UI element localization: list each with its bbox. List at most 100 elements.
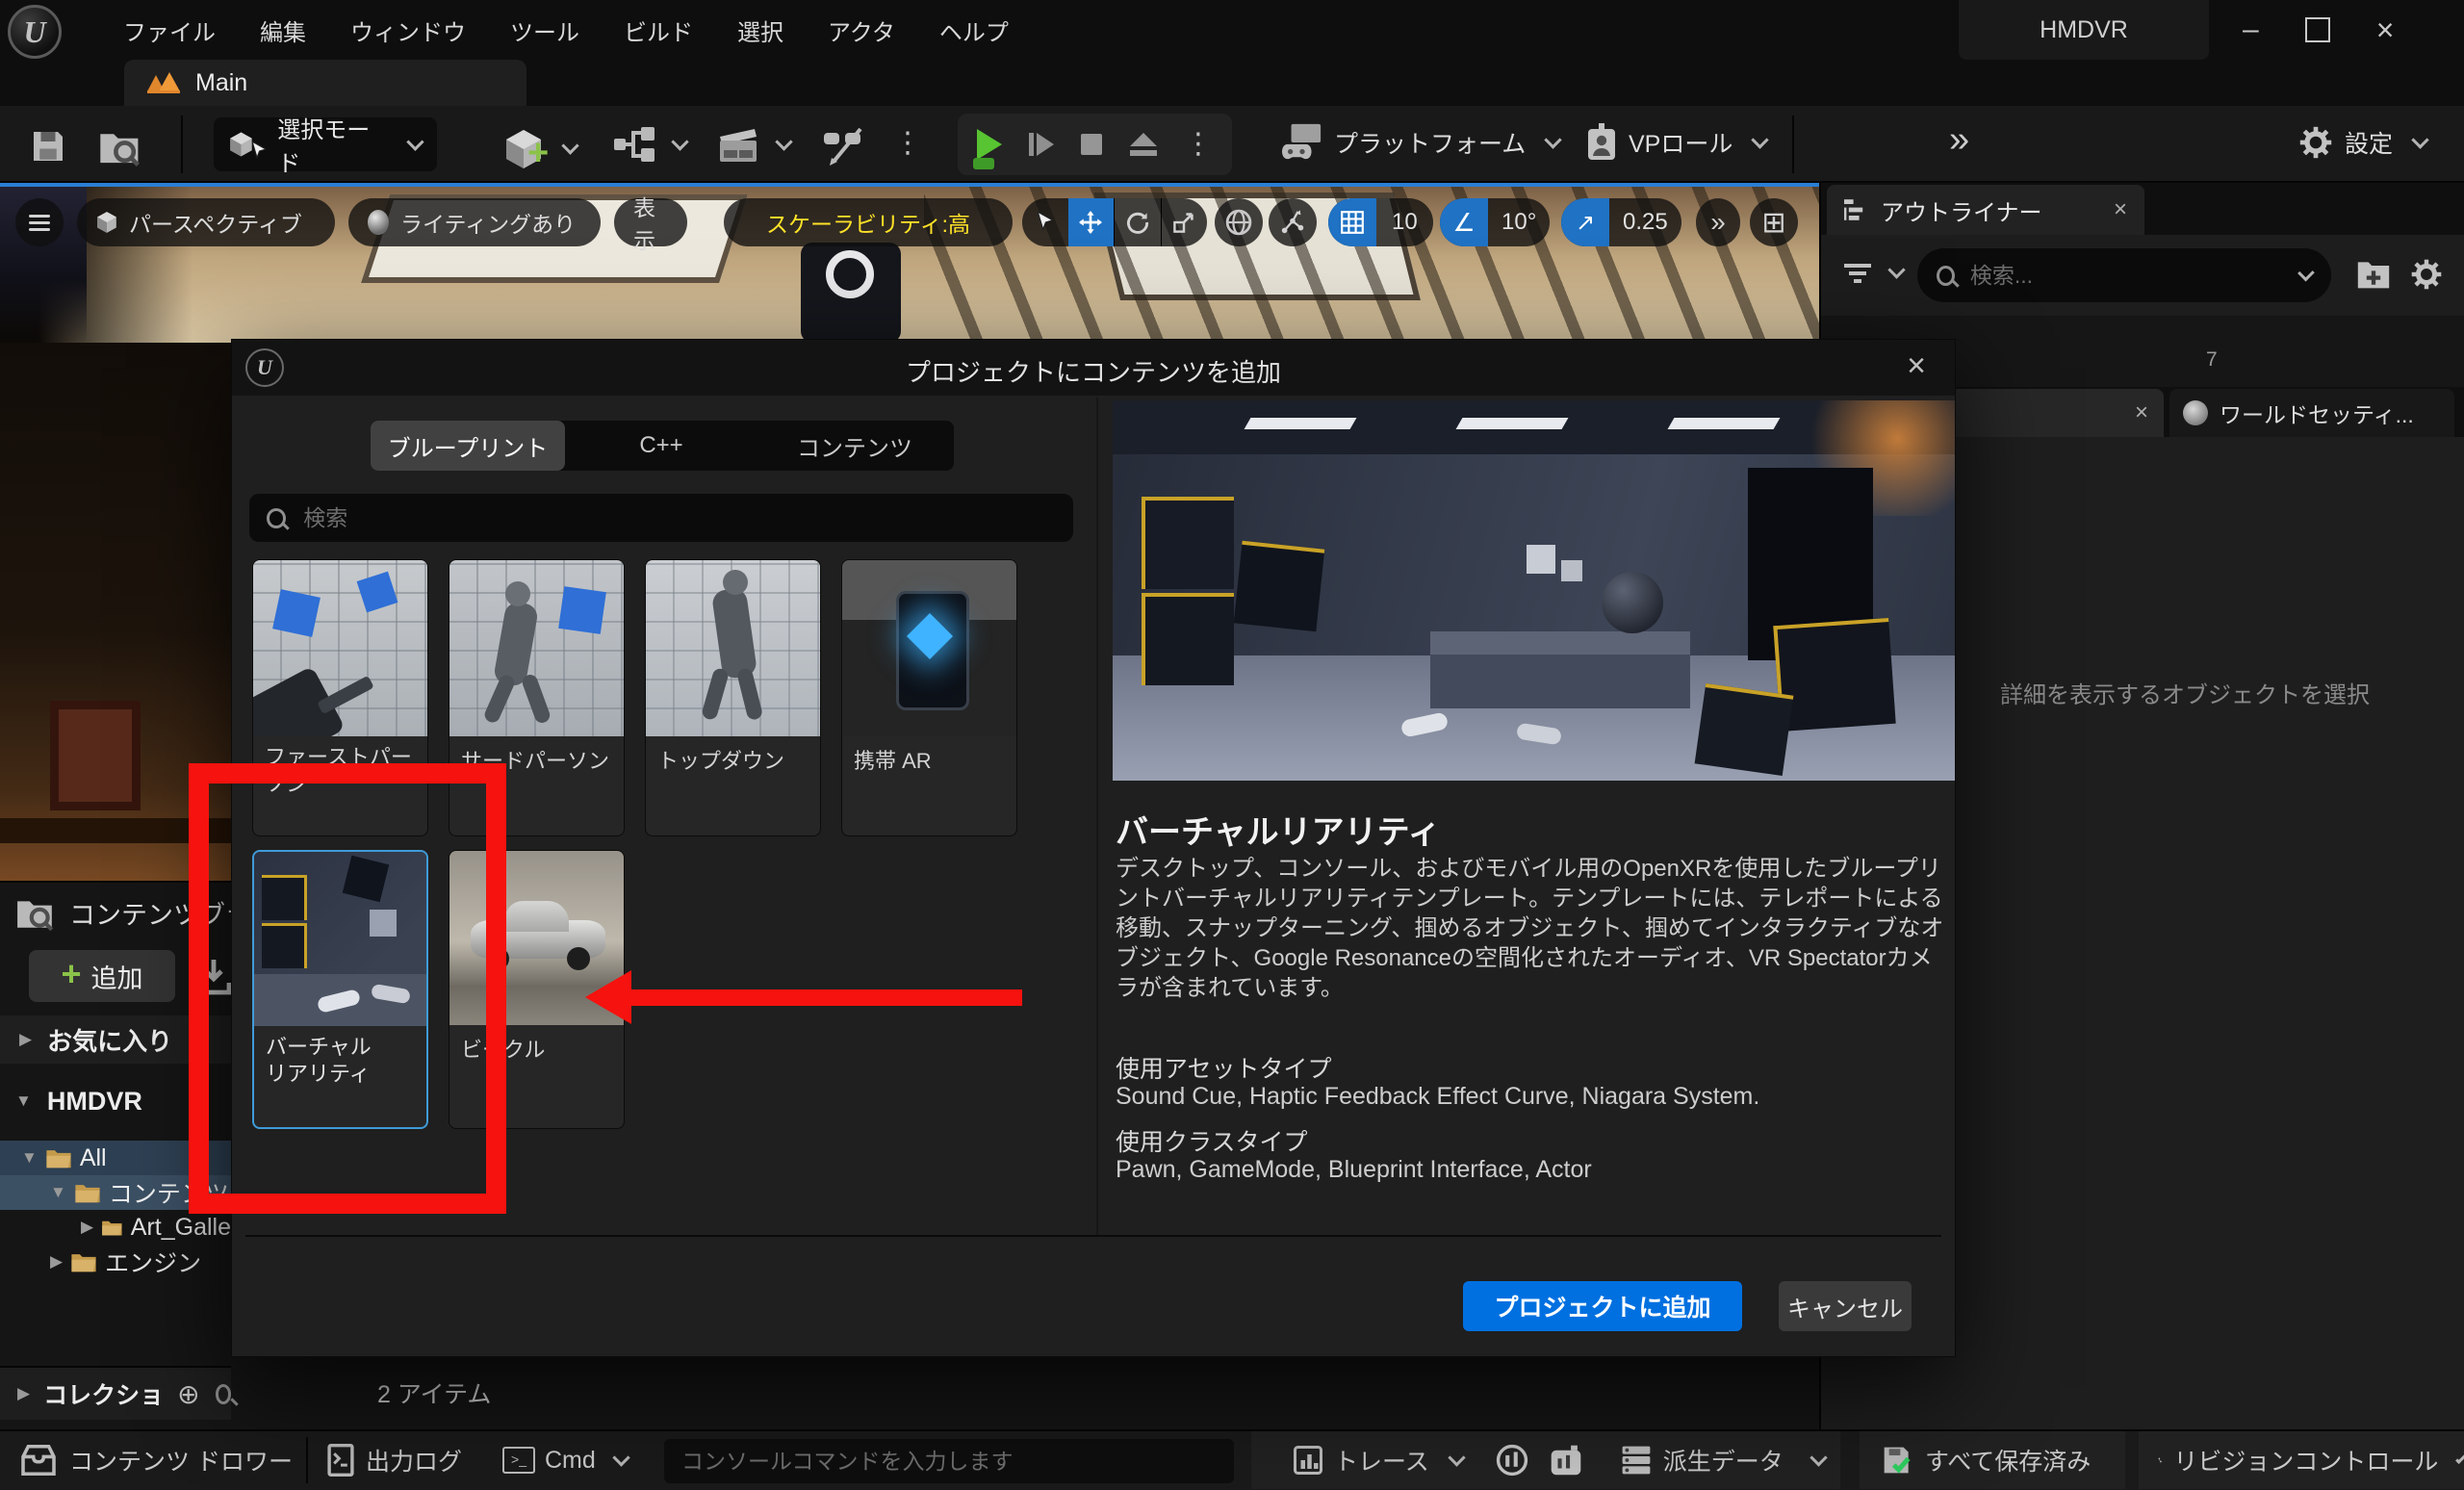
editor-modes-icon[interactable] — [820, 127, 866, 166]
save-icon[interactable] — [29, 127, 67, 166]
viewport-options-button[interactable] — [15, 198, 64, 246]
dialog-header[interactable]: U プロジェクトにコンテンツを追加 × — [232, 340, 1955, 396]
tab-cpp[interactable]: C++ — [565, 421, 757, 471]
save-status-section[interactable]: すべて保存済み — [1860, 1431, 2125, 1489]
create-folder-icon[interactable] — [2356, 258, 2391, 291]
dialog-close-button[interactable]: × — [1907, 347, 1926, 385]
toolbar-overflow-kebab[interactable]: ⋮ — [893, 129, 922, 158]
tab-close-icon[interactable]: × — [2135, 399, 2148, 426]
menu-help[interactable]: ヘルプ — [939, 13, 1009, 47]
frame-skip-button[interactable] — [1029, 133, 1054, 156]
content-drawer-button[interactable]: コンテンツ ドロワー — [21, 1431, 293, 1489]
add-to-project-label: プロジェクトに追加 — [1494, 1289, 1710, 1323]
add-to-project-button[interactable]: プロジェクトに追加 — [1463, 1281, 1742, 1331]
template-card-handheld-ar[interactable]: 携帯 AR — [841, 559, 1017, 836]
perspective-dropdown[interactable]: パースペクティブ — [77, 198, 335, 246]
project-label: HMDVR — [47, 1087, 142, 1117]
id-badge-icon — [1586, 123, 1617, 162]
preview-pane-divider — [1096, 398, 1098, 1235]
select-mode-dropdown[interactable]: 選択モード — [214, 117, 437, 171]
chevron-down-icon[interactable] — [2298, 264, 2315, 280]
collections-search-icon[interactable] — [216, 1384, 231, 1404]
close-button[interactable]: × — [2376, 13, 2395, 48]
outliner-search-box[interactable] — [1917, 248, 2331, 302]
platform-dropdown[interactable]: プラットフォーム — [1282, 123, 1559, 162]
tree-row-art-gallery[interactable]: ▶ Art_Galle — [0, 1210, 231, 1245]
menu-tools[interactable]: ツール — [510, 13, 579, 47]
grid-snap-value[interactable]: 10 — [1376, 209, 1433, 236]
tab-main[interactable]: Main — [124, 60, 526, 106]
play-in-vr-button[interactable] — [977, 129, 1002, 160]
browse-content-icon[interactable] — [98, 127, 142, 167]
revision-control-section[interactable]: リビジョンコントロール — [2139, 1431, 2464, 1489]
scale-tool-button[interactable] — [1161, 198, 1208, 246]
menu-bar: ファイル 編集 ウィンドウ ツール ビルド 選択 アクタ ヘルプ — [123, 0, 1009, 60]
tree-row-engine[interactable]: ▶ エンジン — [0, 1245, 231, 1279]
add-content-label: 追加 — [91, 958, 143, 995]
rotate-tool-button[interactable] — [1114, 198, 1161, 246]
add-collection-icon[interactable]: ⊕ — [177, 1378, 199, 1410]
trace-dropdown[interactable]: トレース — [1334, 1443, 1429, 1477]
outliner-settings-gear-icon[interactable] — [2410, 258, 2443, 291]
quad-view-button[interactable]: ⊞ — [1750, 198, 1798, 246]
unreal-logo[interactable]: U — [8, 5, 62, 59]
dialog-search-input[interactable] — [301, 504, 1056, 532]
toolbar-expand-button[interactable]: » — [1949, 119, 1969, 161]
collections-bar[interactable]: ▶ コレクショ ⊕ — [0, 1366, 231, 1420]
vp-role-dropdown[interactable]: VPロール — [1586, 123, 1766, 162]
add-content-button[interactable]: + 追加 — [29, 950, 175, 1002]
viewport-toolbar-expand[interactable]: » — [1696, 198, 1740, 246]
move-tool-button[interactable] — [1068, 198, 1115, 246]
angle-snap-toggle[interactable]: ∠ — [1440, 198, 1488, 246]
filter-icon[interactable] — [1844, 260, 1871, 287]
show-dropdown[interactable]: 表示 — [614, 198, 687, 246]
blueprints-button[interactable] — [614, 127, 686, 162]
angle-snap-value[interactable]: 10° — [1488, 209, 1550, 236]
scale-snap-value[interactable]: 0.25 — [1609, 209, 1681, 236]
menu-edit[interactable]: 編集 — [260, 13, 306, 47]
surface-snapping-button[interactable] — [1269, 198, 1317, 246]
collapse-arrow-icon: ▶ — [50, 1252, 63, 1272]
tab-world-settings[interactable]: ワールドセッティ... — [2169, 389, 2454, 437]
tab-content[interactable]: コンテンツ — [757, 421, 952, 471]
play-options-kebab[interactable]: ⋮ — [1184, 130, 1213, 159]
maximize-button[interactable] — [2305, 17, 2330, 42]
cancel-button[interactable]: キャンセル — [1779, 1281, 1912, 1331]
menu-build[interactable]: ビルド — [624, 13, 693, 47]
menu-select[interactable]: 選択 — [737, 13, 783, 47]
screenshot-icon[interactable] — [1550, 1444, 1582, 1477]
menu-window[interactable]: ウィンドウ — [350, 13, 466, 47]
tab-close-icon[interactable]: × — [2114, 196, 2127, 223]
select-tool-button[interactable] — [1022, 198, 1068, 246]
tree-label: エンジン — [105, 1245, 201, 1279]
tab-blueprint[interactable]: ブループリント — [371, 421, 565, 471]
output-log-button[interactable]: 出力ログ — [327, 1431, 462, 1489]
outliner-search-input[interactable] — [1968, 262, 2294, 290]
dialog-search-box[interactable] — [249, 494, 1073, 542]
scale-snap-toggle[interactable]: ↗ — [1561, 198, 1609, 246]
add-actor-button[interactable]: + — [504, 123, 577, 174]
view-mode-dropdown[interactable]: ライティングあり — [348, 198, 601, 246]
insights-circle-icon[interactable] — [1496, 1444, 1528, 1477]
menu-file[interactable]: ファイル — [123, 13, 216, 47]
chevron-down-icon — [612, 1449, 629, 1466]
settings-dropdown[interactable]: 設定 — [2298, 125, 2426, 160]
stop-button[interactable] — [1081, 134, 1102, 155]
tab-outliner[interactable]: アウトライナー × — [1827, 185, 2144, 235]
template-card-top-down[interactable]: トップダウン — [645, 559, 821, 836]
add-plus-icon: + — [527, 133, 549, 174]
scalability-warning-button[interactable]: スケーラビリティ:高 — [724, 198, 1013, 246]
cinematics-button[interactable] — [718, 125, 790, 164]
menu-actor[interactable]: アクタ — [828, 13, 895, 47]
console-command-input[interactable] — [680, 1448, 1219, 1476]
world-space-toggle[interactable] — [1215, 198, 1263, 246]
console-input-box[interactable] — [664, 1439, 1234, 1483]
derived-data-dropdown[interactable]: 派生データ — [1663, 1443, 1784, 1477]
eject-button[interactable] — [1130, 133, 1157, 156]
cmd-dropdown[interactable]: >_ Cmd — [502, 1431, 628, 1489]
level-icon — [147, 72, 182, 93]
collapse-arrow-icon: ▶ — [17, 1384, 30, 1403]
minimize-button[interactable]: – — [2243, 13, 2259, 46]
grid-snap-toggle[interactable] — [1328, 198, 1376, 246]
chevron-down-icon[interactable] — [1887, 261, 1905, 278]
